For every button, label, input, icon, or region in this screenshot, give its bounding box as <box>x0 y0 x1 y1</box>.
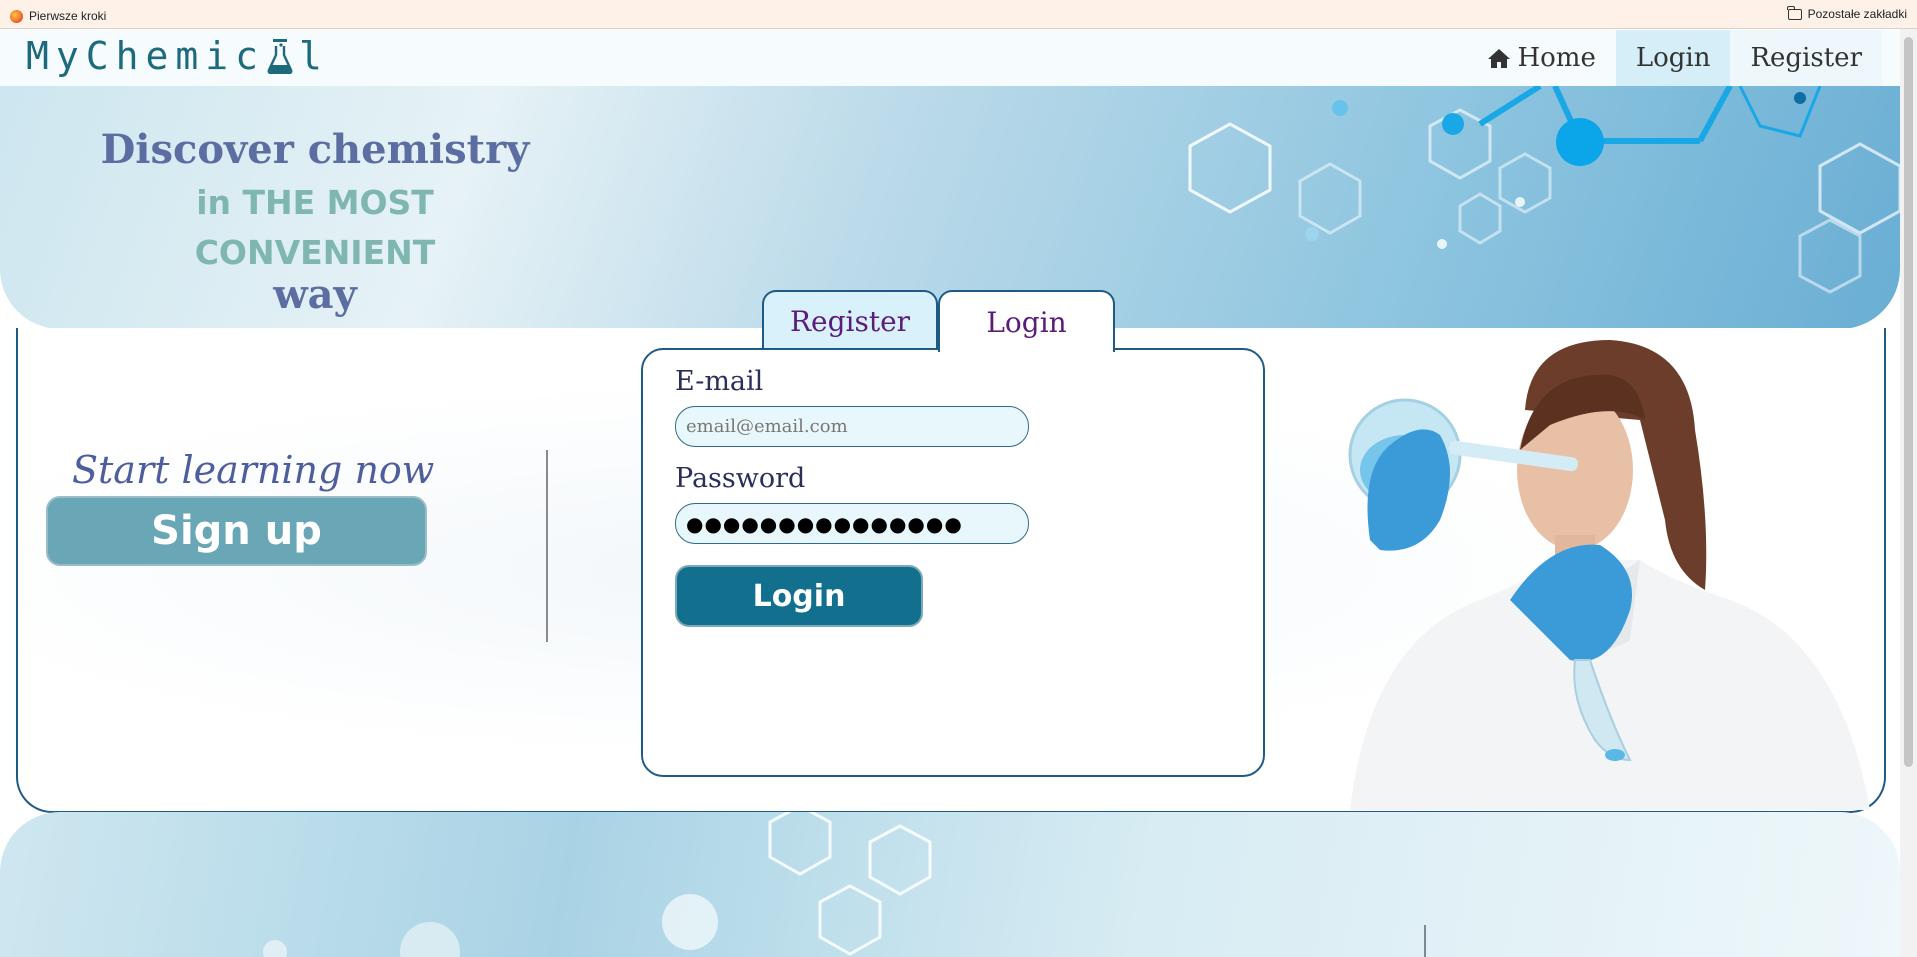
hero-text: Discover chemistry in THE MOST CONVENIEN… <box>100 126 530 317</box>
email-input[interactable]: email@email.com <box>675 406 1029 447</box>
nav-home-label: Home <box>1517 43 1596 73</box>
start-learning-text: Start learning now <box>72 448 435 492</box>
scrollbar-thumb[interactable] <box>1904 37 1913 767</box>
site-logo[interactable]: MyChemic l <box>26 34 329 78</box>
bottom-divider <box>1424 925 1426 957</box>
email-label: E-mail <box>675 366 764 397</box>
nav-login[interactable]: Login <box>1615 30 1731 86</box>
vertical-divider <box>546 450 548 642</box>
tab-login[interactable]: Login <box>938 290 1115 352</box>
password-label: Password <box>675 463 806 494</box>
signup-button[interactable]: Sign up <box>46 496 427 566</box>
tab-register[interactable]: Register <box>762 290 938 350</box>
firefox-icon <box>10 9 23 23</box>
nav-home[interactable]: Home <box>1467 30 1615 86</box>
nav-login-label: Login <box>1635 43 1711 73</box>
password-input[interactable]: ●●●●●●●●●●●●●●● <box>675 503 1029 544</box>
nav-register[interactable]: Register <box>1730 30 1882 86</box>
hero-line-3: CONVENIENT <box>194 233 436 272</box>
hero-line-4: way <box>273 271 357 318</box>
vertical-scrollbar[interactable] <box>1900 29 1917 957</box>
folder-icon <box>1787 5 1802 20</box>
scientist-image <box>1348 340 1870 810</box>
bookmark-other-label: Pozostałe zakładki <box>1807 7 1907 21</box>
logo-text-right: l <box>299 34 329 78</box>
nav-register-label: Register <box>1750 43 1862 73</box>
flask-icon <box>267 39 293 74</box>
bookmarks-bar: Pierwsze kroki Pozostałe zakładki <box>0 0 1917 29</box>
bottom-banner <box>0 812 1900 957</box>
bottom-molecule-decoration <box>263 812 932 957</box>
logo-text-left: MyChemic <box>26 34 266 78</box>
home-icon <box>1488 49 1511 68</box>
hero-headline: Discover chemistry <box>100 126 530 173</box>
bookmark-other[interactable]: Pozostałe zakładki <box>1787 5 1907 21</box>
login-form: E-mail email@email.com Password ●●●●●●●●… <box>641 348 1265 777</box>
molecule-decoration <box>1188 86 1900 294</box>
bookmark-first-steps-label: Pierwsze kroki <box>29 9 107 23</box>
hero-line-2: in THE MOST <box>196 183 434 222</box>
bookmark-first-steps[interactable]: Pierwsze kroki <box>10 7 112 25</box>
login-button[interactable]: Login <box>675 565 923 627</box>
top-navbar: MyChemic l Home Login Register <box>0 30 1900 86</box>
